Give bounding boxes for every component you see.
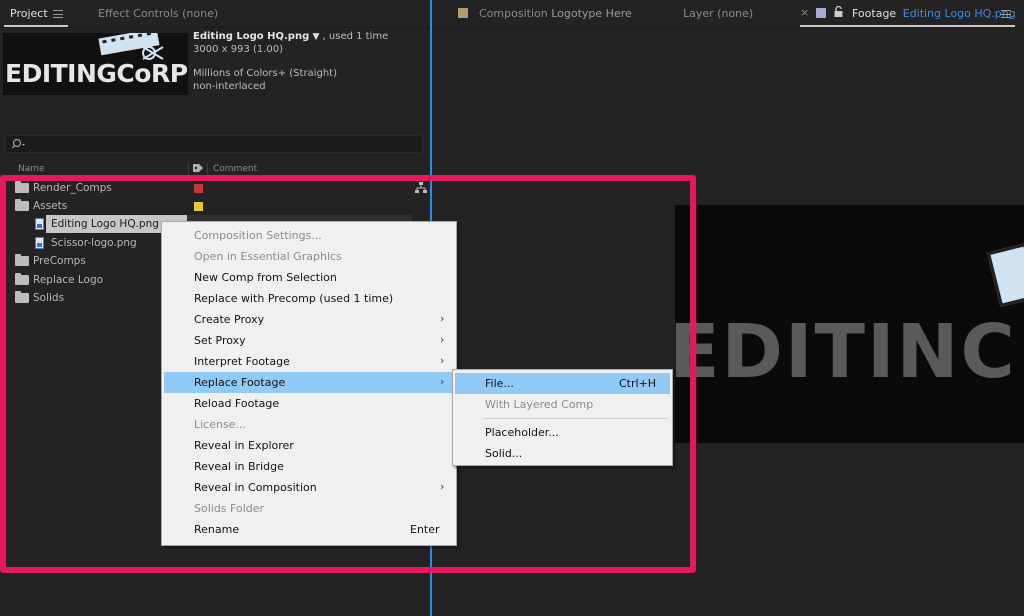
menu-item-reveal-in-bridge[interactable]: Reveal in Bridge <box>164 456 454 477</box>
active-tab-underline <box>800 25 1015 27</box>
menu-item-interpret-footage[interactable]: Interpret Footage › <box>164 351 454 372</box>
menu-item-replace-footage[interactable]: Replace Footage › <box>164 372 454 393</box>
chevron-right-icon: › <box>440 333 445 346</box>
footage-thumbnail: EDITINGCoRP <box>3 33 188 95</box>
footage-info: Editing Logo HQ.png ▼ , used 1 time 3000… <box>193 31 388 93</box>
right-tab-bar: Composition Logotype Here Layer (none) ×… <box>432 0 1024 28</box>
project-search[interactable] <box>5 135 423 153</box>
footage-viewer[interactable]: EDITINC <box>675 205 1024 443</box>
film-strip-graphic <box>986 242 1024 308</box>
chevron-right-icon: › <box>440 354 445 367</box>
menu-item-new-comp-from-selection[interactable]: New Comp from Selection <box>164 267 454 288</box>
column-divider[interactable] <box>188 162 189 175</box>
column-comment[interactable]: Comment <box>213 164 257 174</box>
tab-footage[interactable]: Footage Editing Logo HQ.png <box>852 7 1016 20</box>
close-icon[interactable]: × <box>800 6 809 19</box>
menu-item-open-essential-graphics[interactable]: Open in Essential Graphics <box>164 246 454 267</box>
menu-item-license[interactable]: License... <box>164 414 454 435</box>
search-icon <box>11 138 26 150</box>
context-menu: Composition Settings... Open in Essentia… <box>161 221 457 546</box>
thumbnail-logo-text: EDITINGCoRP <box>5 59 188 88</box>
replace-footage-submenu: File... Ctrl+H With Layered Comp Placehol… <box>452 369 673 466</box>
tab-project[interactable]: Project <box>10 7 48 20</box>
menu-separator <box>483 418 668 419</box>
panel-menu-icon[interactable] <box>53 10 63 18</box>
menu-item-set-proxy[interactable]: Set Proxy › <box>164 330 454 351</box>
menu-item-rename[interactable]: Rename Enter <box>164 519 454 540</box>
submenu-item-file[interactable]: File... Ctrl+H <box>455 373 670 394</box>
menu-item-create-proxy[interactable]: Create Proxy › <box>164 309 454 330</box>
footage-filename: Editing Logo HQ.png <box>193 31 310 42</box>
chevron-right-icon: › <box>440 375 445 388</box>
panel-menu-icon[interactable] <box>1001 10 1011 18</box>
viewer-logo-text: EDITINC <box>675 309 1017 395</box>
column-name[interactable]: Name <box>18 164 45 174</box>
menu-item-composition-settings[interactable]: Composition Settings... <box>164 225 454 246</box>
shortcut-label: Enter <box>410 523 440 536</box>
chevron-right-icon: › <box>440 312 445 325</box>
lock-icon[interactable] <box>834 5 843 21</box>
footage-usage: , used 1 time <box>322 31 389 42</box>
footage-dimensions: 3000 x 993 (1.00) <box>193 43 284 55</box>
composition-swatch-icon <box>458 8 468 18</box>
menu-item-replace-with-precomp[interactable]: Replace with Precomp (used 1 time) <box>164 288 454 309</box>
menu-item-solids-folder[interactable]: Solids Folder <box>164 498 454 519</box>
left-tab-bar: Project Effect Controls (none) <box>0 0 430 28</box>
active-tab-underline <box>4 25 68 27</box>
footage-swatch-icon <box>816 8 826 18</box>
footage-color: Millions of Colors+ (Straight) <box>193 68 337 79</box>
footage-interlace: non-interlaced <box>193 80 266 92</box>
submenu-item-placeholder[interactable]: Placeholder... <box>455 422 670 443</box>
tab-layer[interactable]: Layer (none) <box>683 7 753 20</box>
menu-item-reload-footage[interactable]: Reload Footage <box>164 393 454 414</box>
usage-dropdown-icon[interactable]: ▼ <box>312 32 319 42</box>
menu-item-reveal-in-explorer[interactable]: Reveal in Explorer <box>164 435 454 456</box>
tab-effect-controls[interactable]: Effect Controls (none) <box>98 7 218 20</box>
menu-item-reveal-in-composition[interactable]: Reveal in Composition › <box>164 477 454 498</box>
shortcut-label: Ctrl+H <box>619 377 657 390</box>
tab-composition[interactable]: Composition Logotype Here <box>479 7 632 20</box>
submenu-item-with-layered-comp[interactable]: With Layered Comp <box>455 394 670 415</box>
submenu-item-solid[interactable]: Solid... <box>455 443 670 464</box>
search-input[interactable] <box>30 137 410 151</box>
column-divider[interactable] <box>207 162 208 175</box>
chevron-right-icon: › <box>440 480 445 493</box>
